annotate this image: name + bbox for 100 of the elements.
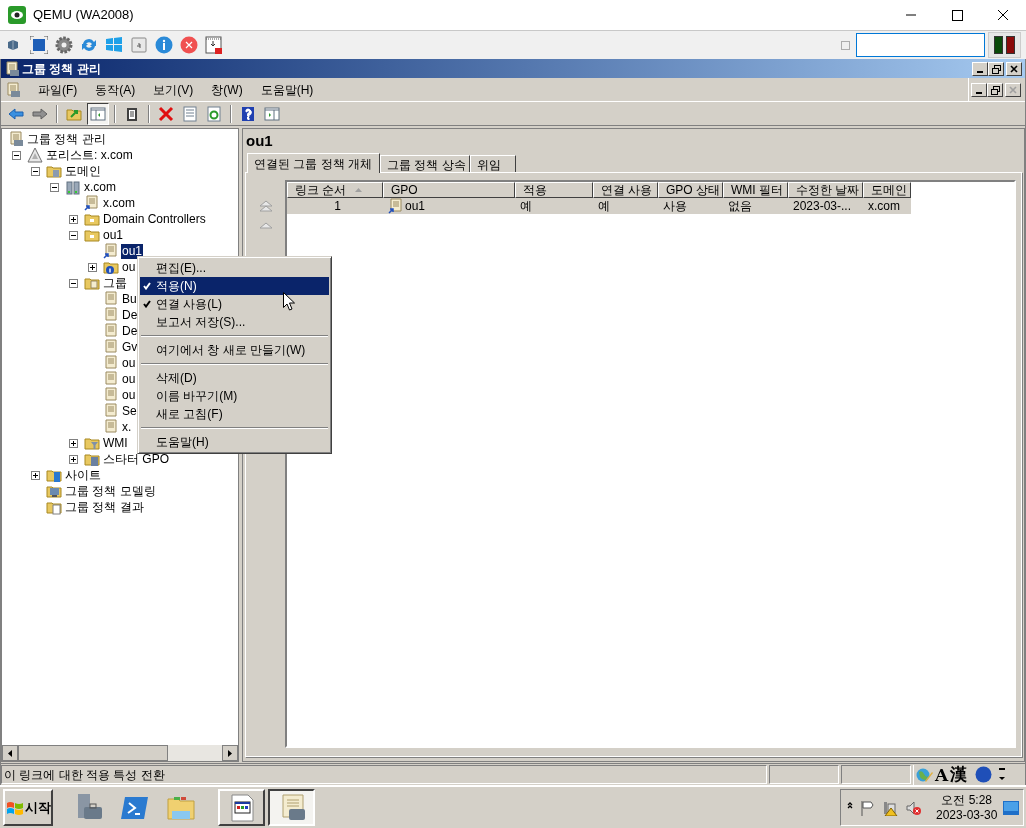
scroll-icon <box>103 291 119 307</box>
clock-time[interactable]: 오전 5:28 <box>941 792 993 808</box>
menu-item[interactable]: 도움말(H) <box>251 79 323 100</box>
close-icon <box>1009 63 1019 74</box>
tree-item[interactable]: ou <box>121 387 137 403</box>
taskbar-button[interactable] <box>268 789 315 826</box>
windows-icon[interactable] <box>105 36 123 54</box>
menu-item[interactable]: 편집(E)... <box>140 259 329 277</box>
tree-item[interactable]: x.com <box>102 195 136 211</box>
column-header[interactable]: WMI 필터 <box>723 182 788 198</box>
scrollbar[interactable] <box>2 745 238 761</box>
expand-toggle[interactable] <box>88 262 97 272</box>
arrow-right-icon <box>32 105 48 122</box>
pause-toggle[interactable] <box>988 32 1021 58</box>
minimize-button[interactable] <box>971 82 987 97</box>
tab[interactable]: 위임 <box>470 155 516 172</box>
menu-item[interactable]: 새로 고침(F) <box>140 405 329 423</box>
flag-icon[interactable] <box>860 799 876 816</box>
tree-item[interactable]: 그룹 정책 모델링 <box>64 483 157 499</box>
column-header[interactable]: GPO 상태 <box>658 182 723 198</box>
window-download-icon[interactable] <box>205 36 223 54</box>
column-header[interactable]: GPO <box>383 182 515 198</box>
tree-item[interactable]: 그룹 정책 관리 <box>26 131 107 147</box>
tree-item[interactable]: 도메인 <box>64 163 102 179</box>
tree-item[interactable]: ou1 <box>121 243 144 259</box>
restore-button[interactable] <box>988 61 1004 76</box>
menu-icon[interactable] <box>999 767 1006 782</box>
close-icon <box>1008 84 1018 95</box>
tree-item[interactable]: 그룹 <box>102 275 128 291</box>
scroll-left-button[interactable] <box>2 745 18 761</box>
info-icon[interactable] <box>155 36 173 54</box>
menu-item[interactable]: 이름 바꾸기(M) <box>140 387 329 405</box>
refresh-icon[interactable] <box>80 36 98 54</box>
tree-item[interactable]: ou <box>121 371 137 387</box>
tree-item[interactable]: ou1 <box>102 227 125 243</box>
input-field[interactable] <box>856 33 985 57</box>
menu-item[interactable]: 여기에서 창 새로 만들기(W) <box>140 341 329 359</box>
tree-item[interactable]: De <box>121 323 139 339</box>
restore-button[interactable] <box>987 82 1003 97</box>
close-button[interactable] <box>1006 61 1022 76</box>
tree-item[interactable]: 포리스트: x.com <box>45 147 134 163</box>
checkbox[interactable] <box>841 40 850 50</box>
expand-toggle[interactable] <box>69 214 78 224</box>
network-warning-icon[interactable] <box>883 799 899 816</box>
tab[interactable]: 그룹 정책 상속 <box>380 155 470 172</box>
tree-item[interactable]: Se <box>121 403 138 419</box>
column-header[interactable]: 링크 순서 <box>287 182 383 198</box>
toolbar-button[interactable] <box>87 102 109 125</box>
tree-item[interactable]: 사이트 <box>64 467 102 483</box>
start-button[interactable]: 시작 <box>3 789 53 826</box>
tree-item[interactable]: 스타터 GPO <box>102 451 170 467</box>
menu-item[interactable]: 보기(V) <box>144 79 203 100</box>
column-header[interactable]: 수정한 날짜 <box>788 182 863 198</box>
scroll-icon <box>103 403 119 419</box>
tree-item[interactable]: Gv <box>121 339 139 355</box>
minimize-button[interactable] <box>972 61 988 76</box>
tree-item[interactable]: x. <box>121 419 133 435</box>
tree-item[interactable]: Domain Controllers <box>102 211 207 227</box>
tree-item[interactable]: ou <box>121 259 137 275</box>
scroll-thumb[interactable] <box>18 745 168 761</box>
volume-muted-icon[interactable] <box>906 799 922 816</box>
menu-item[interactable]: 연결 사용(L) <box>140 295 329 313</box>
collapse-toggle[interactable] <box>31 166 40 176</box>
menu-item[interactable]: 동작(A) <box>86 79 145 100</box>
tree-item[interactable]: 그룹 정책 결과 <box>64 499 145 515</box>
tree-item[interactable]: ou <box>121 355 137 371</box>
tree-item[interactable]: WMI <box>102 435 129 451</box>
collapse-toggle[interactable] <box>69 278 78 288</box>
scroll-right-button[interactable] <box>222 745 238 761</box>
input-mode-button[interactable]: A <box>935 765 949 784</box>
column-header[interactable]: 연결 사용 <box>593 182 658 198</box>
scroll-icon[interactable] <box>5 81 21 98</box>
tab[interactable]: 연결된 그룹 정책 개체 <box>247 153 380 173</box>
fullscreen-icon[interactable] <box>30 36 48 54</box>
expand-toggle[interactable] <box>69 454 78 464</box>
table-cell: ou1 <box>383 198 515 214</box>
menu-item[interactable]: 도움말(H) <box>140 433 329 451</box>
hanja-button[interactable]: 漢 <box>950 765 968 784</box>
tree-item[interactable]: De <box>121 307 139 323</box>
tree-item[interactable]: x.com <box>83 179 117 195</box>
clock-date[interactable]: 2023-03-30 <box>936 807 998 823</box>
tree-item[interactable]: Bu <box>121 291 138 307</box>
show-desktop-icon[interactable] <box>1003 800 1020 815</box>
minus-icon <box>71 280 76 286</box>
plus-icon <box>71 456 76 462</box>
collapse-toggle[interactable] <box>12 150 21 160</box>
menu-item[interactable]: 파일(F) <box>29 79 87 100</box>
folder-icon <box>84 435 100 451</box>
menu-item[interactable]: 보고서 저장(S)... <box>140 313 329 331</box>
collapse-toggle[interactable] <box>50 182 59 192</box>
menu-item[interactable]: 적용(N) <box>140 277 329 295</box>
menu-item[interactable]: 삭제(D) <box>140 369 329 387</box>
expand-toggle[interactable] <box>31 470 40 480</box>
gear-icon[interactable] <box>55 36 73 54</box>
collapse-toggle[interactable] <box>69 230 78 240</box>
column-header[interactable]: 적용 <box>515 182 593 198</box>
menu-item[interactable]: 창(W) <box>202 79 252 100</box>
column-header[interactable]: 도메인 <box>863 182 911 198</box>
expand-toggle[interactable] <box>69 438 78 448</box>
close-icon[interactable] <box>180 36 198 54</box>
